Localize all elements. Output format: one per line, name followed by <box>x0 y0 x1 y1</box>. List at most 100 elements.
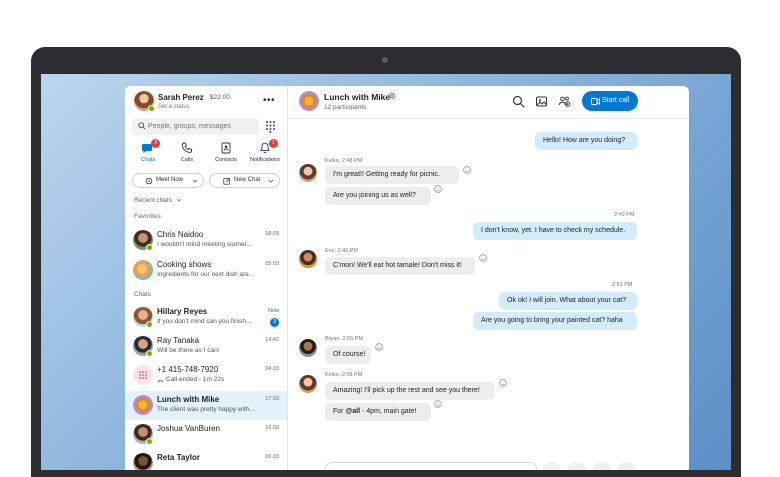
keiko-avatar[interactable] <box>299 375 317 393</box>
chat-item-chris-naidoo[interactable]: Chris Naidoo I wouldn't mind meeting soo… <box>125 226 287 255</box>
chat-item-joshua-vanburen[interactable]: Joshua VanBuren 16.03 <box>125 420 287 449</box>
presence-indicator <box>146 321 153 328</box>
message-composer[interactable] <box>325 462 537 470</box>
add-people-icon[interactable] <box>558 95 571 108</box>
profile-status[interactable]: Set a status <box>158 104 190 110</box>
keiko-avatar[interactable] <box>299 164 317 182</box>
message-bubble[interactable]: Of course! <box>325 346 371 364</box>
unread-badge: 3 <box>270 318 279 327</box>
chat-time: Now <box>267 308 279 314</box>
search-icon <box>138 122 146 130</box>
tab-notifications-label: Notifications <box>250 157 280 163</box>
start-call-button[interactable]: Start call <box>582 91 638 111</box>
composer-action-button[interactable] <box>593 462 611 470</box>
desktop-screen: Sarah Perez $22.00 Set a status ••• 3 Ch… <box>41 74 731 470</box>
composer-action-button[interactable] <box>618 462 636 470</box>
message-bubble[interactable]: Amazing! I'll pick up the rest and see y… <box>325 382 495 400</box>
message-bubble[interactable]: I'm great!! Getting ready for picnic. <box>325 166 459 184</box>
tab-chats-label: Chats <box>140 157 156 163</box>
message-bubble[interactable]: Ok ok! I will join. What about your cat? <box>499 292 637 310</box>
chat-time: 16.03 <box>265 425 279 431</box>
presence-indicator <box>148 105 155 112</box>
conversation-pane: Lunch with Mike 12 participants Start ca… <box>288 86 689 470</box>
composer-action-button[interactable] <box>543 462 561 470</box>
message-bubble[interactable]: Are you going to bring your painted cat?… <box>473 312 637 330</box>
chat-preview: If you don't mind can you finish... <box>157 318 252 325</box>
dialpad-icon[interactable] <box>263 119 278 134</box>
meet-now-button[interactable]: Meet Now <box>132 173 204 188</box>
search-input[interactable] <box>148 119 256 134</box>
message-text: I'm great!! Getting ready for picnic. <box>333 171 440 178</box>
chat-preview: I wouldn't mind meeting sooner... <box>157 241 252 248</box>
chat-time: 16.03 <box>265 454 279 460</box>
reaction-smiley-icon[interactable] <box>499 379 507 387</box>
search-icon[interactable] <box>512 95 525 108</box>
message-meta: Eric, 2:49 PM <box>325 248 359 254</box>
chat-preview: Call ended - 1m 22s <box>166 376 225 383</box>
nav-tabs: 3 Chats Calls Contacts 1 Notifications <box>129 139 285 169</box>
chat-name: Reta Taylor <box>157 453 200 462</box>
chat-name: +1 415-748-7920 <box>157 365 219 374</box>
message-text: For <box>333 408 346 415</box>
eric-avatar[interactable] <box>299 250 317 268</box>
call-ended-icon <box>157 380 164 383</box>
message-text: - 4pm, main gate! <box>360 408 417 415</box>
message-text: Are you going to bring your painted cat?… <box>481 317 623 324</box>
chat-time: 24.03 <box>265 366 279 372</box>
message-text: Ok ok! I will join. What about your cat? <box>507 297 627 304</box>
chat-item-reta-taylor[interactable]: Reta Taylor 16.03 <box>125 449 287 470</box>
tab-contacts[interactable]: Contacts <box>207 141 245 169</box>
search-box[interactable] <box>132 118 259 135</box>
meet-now-label: Meet Now <box>156 177 184 183</box>
tab-calls-label: Calls <box>180 157 194 163</box>
chat-item-ray-tanaka[interactable]: Ray Tanaka Will be there as I can! 14:42 <box>125 332 287 361</box>
chat-name: Ray Tanaka <box>157 336 200 345</box>
message-bubble[interactable]: C'mon! We'll eat hot tamale! Don't miss … <box>325 257 475 275</box>
profile-name: Sarah Perez <box>158 93 204 102</box>
chevron-down-icon <box>268 179 274 183</box>
avatar <box>133 453 153 470</box>
gallery-icon[interactable] <box>535 95 548 108</box>
settings-gear-icon[interactable] <box>388 92 396 100</box>
chat-name: Joshua VanBuren <box>157 424 221 433</box>
conversation-title[interactable]: Lunch with Mike <box>324 92 390 102</box>
tab-chats[interactable]: 3 Chats <box>129 139 167 169</box>
message-bubble[interactable]: I don't know, yet. I have to check my sc… <box>473 222 637 240</box>
message-bubble[interactable]: Are you joining us as well? <box>325 187 431 205</box>
avatar <box>133 395 153 415</box>
chat-name: Chris Naidoo <box>157 230 204 239</box>
profile[interactable]: Sarah Perez $22.00 Set a status ••• <box>134 91 284 117</box>
reaction-smiley-icon[interactable] <box>479 254 487 262</box>
chat-preview: Will be there as I can! <box>157 347 220 354</box>
tab-calls[interactable]: Calls <box>168 141 206 169</box>
chat-time: 17:03 <box>265 396 279 402</box>
reaction-smiley-icon[interactable] <box>375 343 383 351</box>
mention[interactable]: @all <box>345 408 360 415</box>
message-text: Are you joining us as well? <box>333 192 416 199</box>
chat-item-cooking-shows[interactable]: Cooking shows Ingredients for our next d… <box>125 256 287 285</box>
recent-chats-filter[interactable]: Recent chats <box>134 197 172 204</box>
message-bubble[interactable]: For @all - 4pm, main gate! <box>325 403 431 421</box>
participant-count[interactable]: 12 participants <box>324 104 366 111</box>
chat-item-lunch-with-mike[interactable]: Lunch with Mike The client was pretty ha… <box>125 391 287 420</box>
notifications-badge: 1 <box>269 139 278 148</box>
chat-item-phone-number[interactable]: +1 415-748-7920 Call ended - 1m 22s 24.0… <box>125 361 287 390</box>
bryan-avatar[interactable] <box>299 339 317 357</box>
avatar <box>133 260 153 280</box>
message-meta: Bryan, 2:55 PM <box>325 336 363 342</box>
reaction-smiley-icon[interactable] <box>463 166 471 174</box>
reaction-smiley-icon[interactable] <box>434 185 442 193</box>
group-avatar[interactable] <box>299 91 319 111</box>
composer-action-button[interactable] <box>568 462 586 470</box>
message-bubble[interactable]: Hello! How are you doing? <box>535 132 637 150</box>
tab-notifications[interactable]: 1 Notifications <box>246 139 284 169</box>
chat-item-hillary-reyes[interactable]: Hillary Reyes If you don't mind can you … <box>125 303 287 332</box>
chats-badge: 3 <box>151 139 160 148</box>
new-chat-label: New Chat <box>234 177 261 183</box>
more-options-icon[interactable]: ••• <box>263 95 275 106</box>
tab-contacts-label: Contacts <box>215 157 237 163</box>
message-text: I don't know, yet. I have to check my sc… <box>481 227 626 234</box>
chevron-down-icon[interactable] <box>176 197 182 203</box>
reaction-smiley-icon[interactable] <box>434 400 442 408</box>
new-chat-button[interactable]: New Chat <box>209 173 280 188</box>
